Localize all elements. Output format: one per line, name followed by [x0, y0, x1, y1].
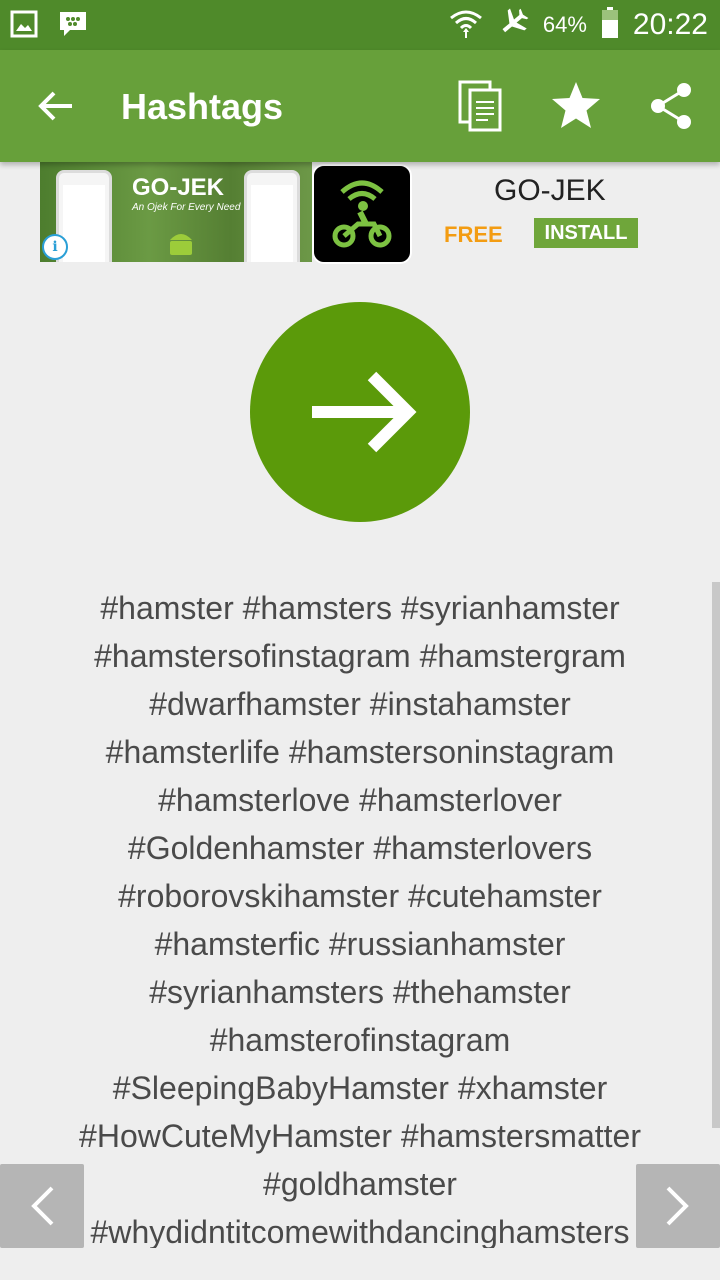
previous-button[interactable] [0, 1164, 84, 1248]
favorite-button[interactable] [548, 78, 604, 134]
app-bar: Hashtags [0, 50, 720, 162]
hashtag-line: #hamsterfic #russianhamster [154, 926, 566, 962]
hashtag-line: #whydidntitcomewithdancinghamsters [90, 1214, 630, 1248]
hashtag-line: #HowCuteMyHamster #hamstersmatter [79, 1118, 641, 1154]
hashtag-line: #Goldenhamster #hamsterlovers [127, 830, 593, 866]
hashtag-line: #hamster #hamsters #syrianhamster [100, 590, 620, 626]
arrow-left-icon [38, 91, 72, 121]
go-button[interactable] [250, 302, 470, 522]
share-button[interactable] [644, 78, 700, 134]
star-icon [552, 82, 600, 128]
ad-app-name: GO-JEK [494, 174, 606, 207]
gallery-icon [10, 10, 38, 43]
copy-button[interactable] [454, 78, 510, 134]
copy-icon [458, 80, 502, 132]
hashtag-line: #hamsterlove #hamsterlover [158, 782, 562, 818]
hashtag-line: #roborovskihamster #cutehamster [118, 878, 602, 914]
ad-image[interactable]: GO-JEK An Ojek For Every Need i [40, 162, 312, 262]
ad-banner[interactable]: GO-JEK An Ojek For Every Need i GO-JEK F… [40, 162, 680, 264]
battery-percent: 64% [542, 12, 587, 37]
arrow-right-icon [312, 371, 417, 453]
page-title: Hashtags [121, 86, 284, 127]
ad-brand: GO-JEK [132, 174, 225, 201]
share-icon [651, 83, 691, 129]
clock: 20:22 [632, 8, 708, 41]
phone-graphic [244, 170, 300, 262]
hashtag-line: #SleepingBabyHamster #xhamster [112, 1070, 608, 1106]
hashtag-line: #goldhamster [263, 1166, 457, 1202]
wifi-icon [449, 6, 483, 45]
hashtag-line: #syrianhamsters #thehamster [149, 974, 571, 1010]
hashtag-text: #hamster #hamsters #syrianhamster #hamst… [0, 584, 720, 1248]
chevron-right-icon [666, 1186, 689, 1226]
battery-icon [601, 6, 619, 44]
scrollbar[interactable] [712, 582, 720, 1128]
hashtag-line: #hamsterlife #hamstersoninstagram [105, 734, 615, 770]
hashtag-line: #dwarfhamster #instahamster [149, 686, 571, 722]
install-button[interactable]: INSTALL [534, 218, 638, 248]
bbm-icon [58, 10, 88, 43]
hashtag-line: #hamsterofinstagram [209, 1022, 511, 1058]
airplane-icon [497, 7, 529, 44]
android-icon [170, 234, 192, 255]
ad-tagline: An Ojek For Every Need [132, 202, 241, 213]
ad-info-icon[interactable]: i [42, 234, 68, 260]
status-bar: 64% 20:22 [0, 0, 720, 50]
next-button[interactable] [636, 1164, 720, 1248]
ad-price: FREE [444, 222, 503, 247]
ad-app-icon[interactable] [312, 164, 412, 264]
chevron-left-icon [31, 1186, 54, 1226]
gojek-logo-icon [332, 180, 392, 248]
hashtag-line: #hamstersofinstagram #hamstergram [94, 638, 626, 674]
back-button[interactable] [34, 84, 78, 128]
